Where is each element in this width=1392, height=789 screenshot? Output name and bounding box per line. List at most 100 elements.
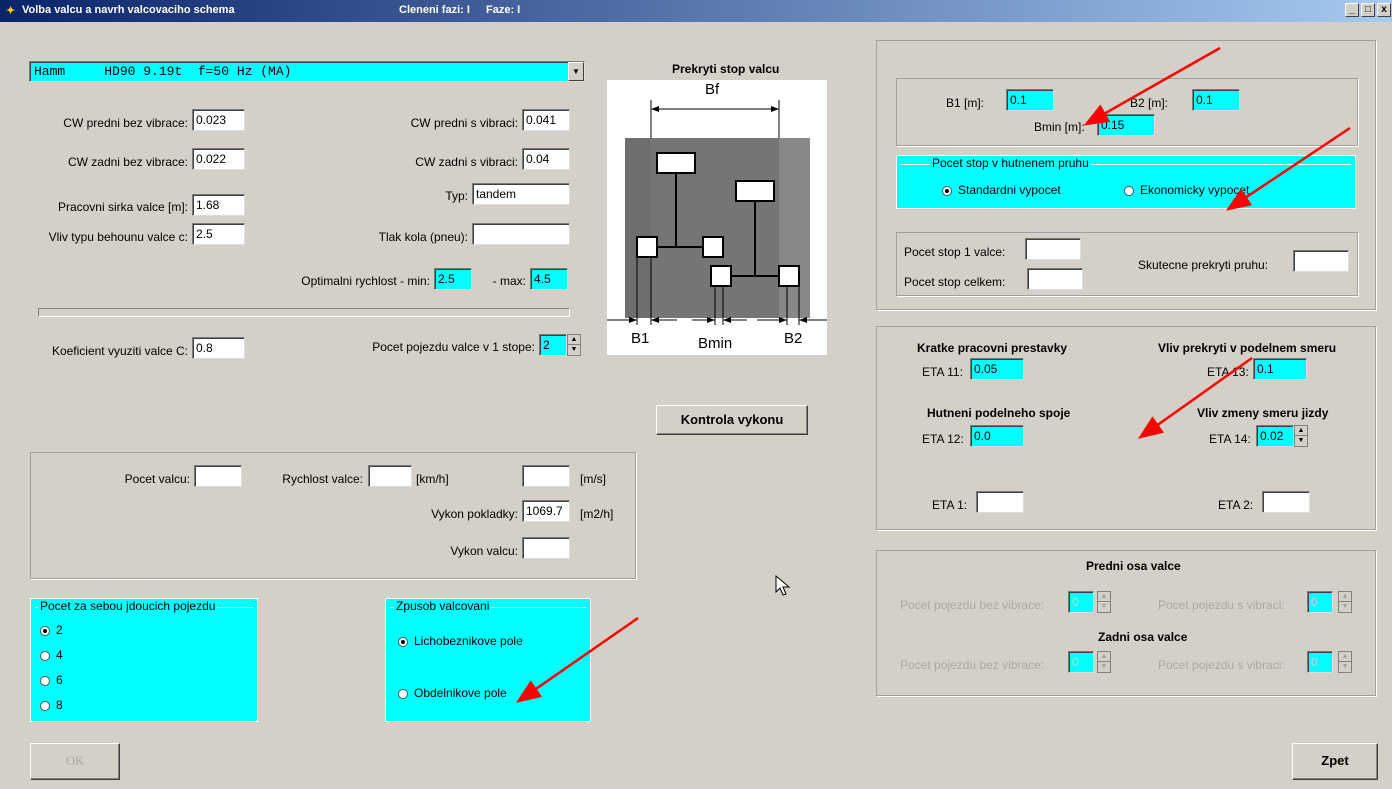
radio-economic-calc[interactable] [1124, 186, 1134, 196]
cw-rear-vib-field[interactable]: 0.04 [522, 148, 570, 170]
b2-label: B2 [m]: [1130, 96, 1169, 110]
actual-overlap-field[interactable] [1293, 250, 1349, 272]
passes-field[interactable]: 2 [539, 334, 567, 356]
rear-novib-label: Pocet pojezdu bez vibrace: [900, 658, 1045, 672]
rear-vib-label: Pocet pojezdu s vibraci: [1158, 658, 1285, 672]
paver-output-label: Vykon pokladky: [431, 507, 518, 521]
roller-output-label: Vykon valcu: [450, 544, 518, 558]
tire-pressure-field[interactable] [472, 223, 570, 245]
check-performance-button[interactable]: Kontrola vykonu [656, 405, 808, 435]
cw-front-vib-field[interactable]: 0.041 [522, 109, 570, 131]
bmin-field[interactable]: 0.15 [1097, 114, 1155, 136]
radio-standard-calc[interactable] [942, 186, 952, 196]
tracks-one-roller-field[interactable] [1025, 238, 1081, 260]
eta13-field[interactable]: 0.1 [1253, 358, 1307, 380]
passes-8-label: 8 [56, 698, 63, 712]
work-width-field[interactable]: 1.68 [192, 194, 245, 216]
b1-label: B1 [m]: [946, 96, 985, 110]
cw-rear-novib-field[interactable]: 0.022 [192, 148, 245, 170]
radio-passes-8[interactable] [40, 701, 50, 711]
tracks-total-field[interactable] [1027, 268, 1083, 290]
passes-2-label: 2 [56, 623, 63, 637]
maximize-button[interactable]: □ [1361, 3, 1375, 17]
eta14-spinner[interactable]: ▲ ▼ [1294, 425, 1308, 447]
long-overlap-label: Vliv prekryti v podelnem smeru [1158, 341, 1337, 355]
passes-label: Pocet pojezdu valce v 1 stope: [372, 340, 535, 354]
roller-count-field[interactable] [194, 465, 242, 487]
drum-type-label: Vliv typu behounu valce c: [48, 230, 188, 244]
window-title: Volba valcu a navrh valcovaciho schema [22, 4, 235, 16]
radio-passes-2[interactable] [40, 626, 50, 636]
radio-trapezoid[interactable] [398, 637, 408, 647]
radio-rectangle[interactable] [398, 689, 408, 699]
eta11-label: ETA 11: [922, 365, 963, 379]
passes-spinner[interactable]: ▲ ▼ [567, 334, 581, 356]
direction-change-label: Vliv zmeny smeru jizdy [1197, 406, 1329, 420]
eta2-field[interactable] [1262, 491, 1310, 513]
minimize-button[interactable]: _ [1345, 3, 1359, 17]
cw-rear-vib-label: CW zadni s vibraci: [415, 155, 518, 169]
front-axle-label: Predni osa valce [1086, 559, 1181, 573]
front-vib-spinner[interactable]: ▲ ▼ [1338, 591, 1352, 613]
tire-pressure-label: Tlak kola (pneu): [378, 230, 468, 244]
roller-select[interactable]: Hamm HD90 9.19t f=50 Hz (MA) [29, 61, 585, 82]
opt-speed-min-field[interactable]: 2.5 [434, 268, 472, 290]
progress-bar [38, 308, 570, 317]
title-bar: ✦ Volba valcu a navrh valcovaciho schema… [0, 0, 1392, 22]
type-field[interactable]: tandem [472, 183, 570, 205]
rectangle-label: Obdelnikove pole [414, 686, 507, 700]
tracks-total-label: Pocet stop celkem: [904, 275, 1006, 289]
roller-count-label: Pocet valcu: [124, 472, 190, 486]
front-vib-field[interactable]: 0 [1307, 591, 1333, 613]
eta13-label: ETA 13: [1207, 365, 1249, 379]
eta11-field[interactable]: 0.05 [970, 358, 1024, 380]
eta14-label: ETA 14: [1209, 432, 1251, 446]
ok-button[interactable]: OK [30, 743, 120, 780]
radio-passes-6[interactable] [40, 676, 50, 686]
coef-label: Koeficient vyuziti valce C: [51, 344, 188, 358]
app-icon: ✦ [6, 5, 16, 17]
rear-vib-field[interactable]: 0 [1307, 651, 1333, 673]
eta12-label: ETA 12: [922, 432, 964, 446]
standard-calc-label: Standardni vypocet [958, 183, 1061, 197]
roller-speed-kmh-field[interactable] [368, 465, 412, 487]
b2-field[interactable]: 0.1 [1192, 89, 1240, 111]
eta1-field[interactable] [976, 491, 1024, 513]
rolling-method-legend: Zpusob valcovani [394, 599, 492, 613]
bmin-label: Bmin [m]: [1034, 120, 1085, 134]
roller-speed-ms-field[interactable] [522, 465, 570, 487]
trapezoid-label: Lichobeznikove pole [414, 634, 523, 648]
cursor-icon [775, 575, 791, 596]
eta12-field[interactable]: 0.0 [970, 425, 1024, 447]
rear-novib-field[interactable]: 0 [1068, 651, 1094, 673]
rear-axle-label: Zadni osa valce [1098, 630, 1188, 644]
radio-passes-4[interactable] [40, 651, 50, 661]
rear-vib-spinner[interactable]: ▲ ▼ [1338, 651, 1352, 673]
front-novib-field[interactable]: 0 [1068, 591, 1094, 613]
cw-front-novib-field[interactable]: 0.023 [192, 109, 245, 131]
back-button[interactable]: Zpet [1292, 743, 1378, 780]
drum-type-field[interactable]: 2.5 [192, 223, 245, 245]
rear-novib-spinner[interactable]: ▲ ▼ [1097, 651, 1111, 673]
eta14-field[interactable]: 0.02 [1256, 425, 1294, 447]
bf-label: Bf [705, 81, 720, 98]
roller-output-field[interactable] [522, 537, 570, 559]
type-label: Typ: [445, 189, 468, 203]
max-label: - max: [492, 274, 526, 288]
close-button[interactable]: x [1377, 3, 1391, 17]
cw-rear-novib-label: CW zadni bez vibrace: [67, 155, 188, 169]
b1-field[interactable]: 0.1 [1006, 89, 1054, 111]
faze-label: Faze: I [486, 4, 521, 16]
rolling-method-group [385, 598, 591, 722]
consecutive-passes-group [30, 598, 258, 722]
economic-calc-label: Ekonomicky vypocet [1140, 183, 1250, 197]
cleneni-label: Cleneni fazi: I [399, 4, 470, 16]
coef-field[interactable]: 0.8 [192, 337, 245, 359]
opt-speed-max-field[interactable]: 4.5 [530, 268, 568, 290]
opt-speed-label: Optimalni rychlost - min: [301, 274, 430, 288]
paver-output-field[interactable]: 1069.7 [522, 500, 570, 522]
chevron-down-icon[interactable]: ▼ [568, 62, 584, 81]
diagram-title: Prekryti stop valcu [672, 62, 780, 76]
b1-diagram-label: B1 [631, 330, 650, 347]
front-novib-spinner[interactable]: ▲ ▼ [1097, 591, 1111, 613]
